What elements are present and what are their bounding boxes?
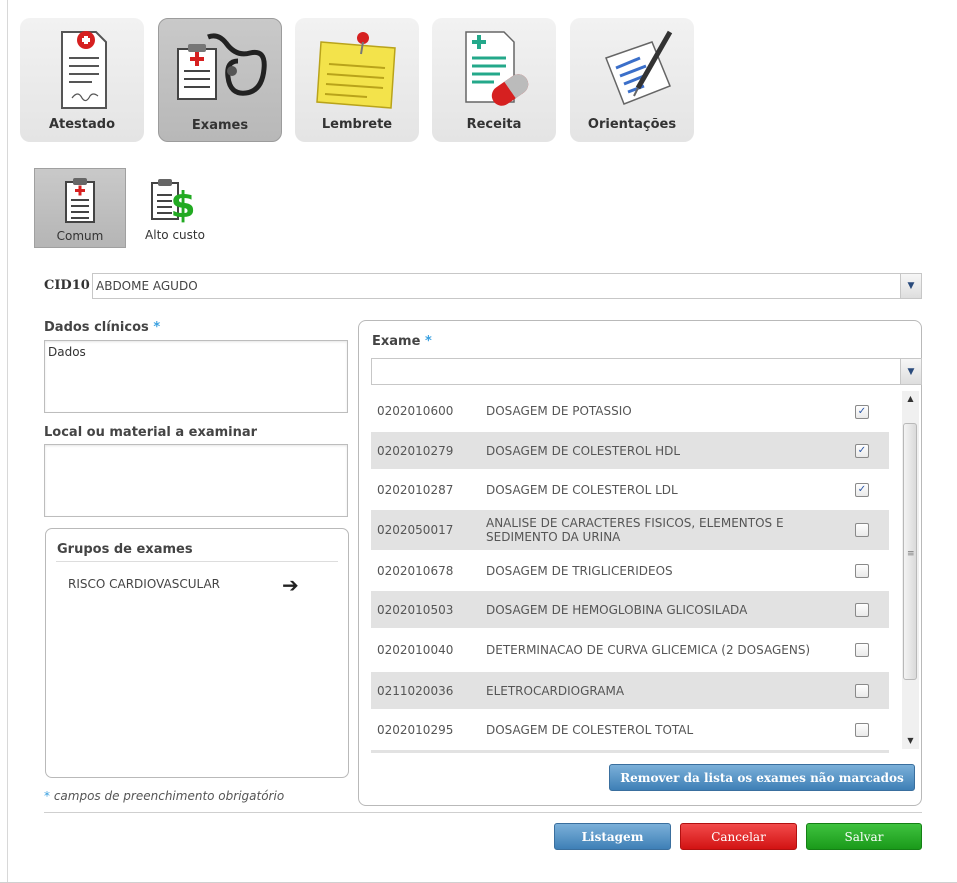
sticky-note-pin-icon [295, 28, 419, 112]
prescription-pill-icon [432, 28, 556, 112]
dados-clinicos-label: Dados clínicos * [44, 320, 161, 335]
exam-row: 0202010040 DETERMINACAO DE CURVA GLICEMI… [371, 630, 889, 670]
stethoscope-clipboard-icon [159, 29, 281, 113]
exam-row: 0202050017 ANALISE DE CARACTERES FISICOS… [371, 510, 889, 550]
exam-name: DOSAGEM DE HEMOGLOBINA GLICOSILADA [486, 602, 748, 617]
scroll-down-icon[interactable]: ▼ [902, 733, 919, 749]
exam-code: 0202010040 [377, 643, 454, 657]
exam-name: DOSAGEM DE TRIGLICERIDEOS [486, 563, 673, 578]
scroll-up-icon[interactable]: ▲ [902, 391, 919, 407]
arrow-right-icon[interactable]: ➔ [282, 573, 299, 597]
tab-label: Exames [191, 118, 249, 133]
exam-row: 0202010287 DOSAGEM DE COLESTEROL LDL ✓ [371, 471, 889, 508]
medical-certificate-icon [20, 28, 144, 112]
cid10-value: ABDOME AGUDO [96, 279, 198, 293]
required-star: * [153, 320, 161, 335]
exam-code: 0202010279 [377, 443, 454, 458]
tab-orientacoes[interactable]: Orientações [570, 18, 694, 142]
exam-code: 0202010287 [377, 482, 454, 497]
exam-code: 0202010295 [377, 722, 454, 737]
grupo-item[interactable]: RISCO CARDIOVASCULAR [68, 577, 220, 591]
tab-lembrete[interactable]: Lembrete [295, 18, 419, 142]
cid10-select[interactable]: ABDOME AGUDO ▼ [92, 273, 922, 299]
exam-checkbox[interactable]: ✓ [855, 483, 869, 497]
exam-row: 0202010678 DOSAGEM DE TRIGLICERIDEOS [371, 552, 889, 589]
exam-row: 0202010279 DOSAGEM DE COLESTEROL HDL ✓ [371, 432, 889, 469]
exam-code: 0202010503 [377, 602, 454, 617]
cancel-button[interactable]: Cancelar [680, 823, 797, 850]
grip-icon: ≡ [907, 549, 915, 559]
tab-label: Lembrete [321, 117, 393, 132]
left-border [7, 0, 8, 883]
local-material-label: Local ou material a examinar [44, 425, 258, 440]
required-star: * [44, 789, 50, 803]
exam-name: DOSAGEM DE COLESTEROL HDL [486, 443, 681, 458]
cid10-label: CID10 [44, 278, 90, 293]
required-fields-note: * campos de preenchimento obrigatório [44, 789, 285, 803]
exam-code: 0202010600 [377, 404, 454, 418]
tab-atestado[interactable]: Atestado [20, 18, 144, 142]
tab-exames[interactable]: Exames [158, 18, 282, 142]
subtab-label: Comum [56, 229, 104, 243]
footer-divider [44, 812, 922, 813]
scrollbar-thumb[interactable]: ≡ [903, 423, 917, 680]
remove-unchecked-button[interactable]: Remover da lista os exames não marcados [609, 764, 915, 791]
exam-code: 0202050017 [377, 523, 454, 537]
exames-panel: Exame * ▼ 0202010600 DOSAGEM DE POTASSIO… [358, 320, 922, 806]
exam-name: DOSAGEM DE POTASSIO [486, 404, 632, 418]
exam-checkbox[interactable] [855, 723, 869, 737]
clipboard-cross-icon [35, 176, 125, 226]
exame-label: Exame * [372, 334, 432, 349]
exam-code: 0211020036 [377, 683, 454, 698]
grupos-exames-panel: Grupos de exames RISCO CARDIOVASCULAR ➔ [45, 528, 349, 778]
tab-receita[interactable]: Receita [432, 18, 556, 142]
exam-row-partial [371, 750, 889, 753]
clipboard-dollar-icon: $ [134, 175, 216, 225]
exam-list-scrollbar[interactable]: ▲ ≡ ▼ [902, 391, 919, 749]
subtab-comum[interactable]: Comum [34, 168, 126, 248]
exam-name: DETERMINACAO DE CURVA GLICEMICA (2 DOSAG… [486, 643, 811, 657]
dados-clinicos-value: Dados [48, 345, 86, 359]
cid10-row: CID10 ABDOME AGUDO ▼ [44, 273, 922, 299]
grupos-exames-title: Grupos de exames [57, 542, 193, 557]
exam-checkbox[interactable]: ✓ [855, 405, 869, 419]
exam-row: 0202010503 DOSAGEM DE HEMOGLOBINA GLICOS… [371, 591, 889, 628]
subtab-alto-custo[interactable]: $ Alto custo [134, 168, 216, 248]
document-pen-icon [570, 28, 694, 112]
tab-label: Receita [466, 117, 522, 132]
dados-clinicos-textarea[interactable]: Dados [44, 340, 348, 413]
exam-name: DOSAGEM DE COLESTEROL LDL [486, 482, 678, 497]
exame-select[interactable]: ▼ [371, 358, 922, 385]
exam-checkbox[interactable] [855, 643, 869, 657]
exam-name: ELETROCARDIOGRAMA [486, 683, 625, 698]
chevron-down-icon[interactable]: ▼ [900, 359, 921, 384]
exam-name: ANALISE DE CARACTERES FISICOS, ELEMENTOS… [486, 516, 784, 544]
exam-checkbox[interactable] [855, 603, 869, 617]
exam-row: 0202010600 DOSAGEM DE POTASSIO ✓ [371, 392, 889, 430]
exam-checkbox[interactable]: ✓ [855, 444, 869, 458]
chevron-down-icon[interactable]: ▼ [900, 274, 921, 298]
listagem-button[interactable]: Listagem [554, 823, 671, 850]
required-star: * [424, 334, 432, 349]
exam-checkbox[interactable] [855, 523, 869, 537]
exam-checkbox[interactable] [855, 684, 869, 698]
subtab-label: Alto custo [145, 228, 205, 242]
exam-checkbox[interactable] [855, 564, 869, 578]
exam-name: DOSAGEM DE COLESTEROL TOTAL [486, 722, 694, 737]
exam-list: 0202010600 DOSAGEM DE POTASSIO ✓ 0202010… [371, 389, 919, 753]
save-button[interactable]: Salvar [806, 823, 922, 850]
divider [56, 561, 338, 562]
exam-row: 0211020036 ELETROCARDIOGRAMA [371, 672, 889, 709]
svg-text:$: $ [170, 185, 195, 225]
exam-code: 0202010678 [377, 563, 454, 578]
exam-row: 0202010295 DOSAGEM DE COLESTEROL TOTAL [371, 711, 889, 748]
tab-label: Atestado [48, 117, 116, 132]
tab-label: Orientações [587, 117, 677, 132]
local-material-textarea[interactable] [44, 444, 348, 517]
